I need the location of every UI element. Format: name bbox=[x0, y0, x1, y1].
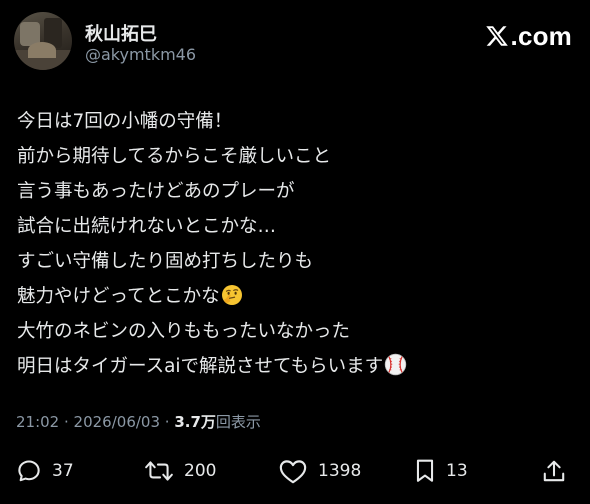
meta-separator: · bbox=[160, 413, 175, 431]
tweet-header: 秋山拓巳 @akymtkm46 .com bbox=[14, 12, 576, 72]
tweet-line-with-emoji: 魅力やけどってとこかな bbox=[17, 279, 577, 314]
avatar[interactable] bbox=[14, 12, 72, 70]
bookmark-icon bbox=[416, 459, 434, 482]
like-button[interactable]: 1398 bbox=[278, 453, 361, 489]
reply-icon bbox=[18, 460, 40, 482]
tweet-text: 今日は7回の小幡の守備！ 前から期待してるからこそ厳しいこと 言う事もあったけど… bbox=[17, 104, 577, 384]
user-handle[interactable]: @akymtkm46 bbox=[85, 45, 196, 64]
reply-count: 37 bbox=[52, 461, 74, 481]
tweet-line-with-emoji: 明日はタイガースaiで解説させてもらいます bbox=[17, 349, 577, 384]
share-icon bbox=[543, 460, 565, 482]
tweet-line: 試合に出続けれないとこかな… bbox=[17, 216, 277, 237]
views-count: 3.7万 bbox=[174, 413, 216, 431]
tweet-line: すごい守備したり固め打ちしたりも bbox=[17, 251, 314, 272]
share-button[interactable] bbox=[541, 453, 567, 489]
repost-icon bbox=[145, 461, 173, 481]
tweet-line-text: 明日はタイガースaiで解説させてもらいます bbox=[17, 356, 384, 377]
bookmark-count: 13 bbox=[446, 461, 468, 481]
thinking-face-icon bbox=[221, 283, 243, 318]
reply-button[interactable]: 37 bbox=[16, 453, 74, 489]
tweet-meta: 21:02 · 2026/06/03 · 3.7万回表示 bbox=[16, 411, 261, 432]
tweet-line: 大竹のネビンの入りももったいなかった bbox=[17, 321, 351, 342]
like-count: 1398 bbox=[318, 461, 362, 481]
tweet-date[interactable]: 2026/06/03 bbox=[74, 413, 160, 431]
repost-button[interactable]: 200 bbox=[144, 453, 216, 489]
user-display-name[interactable]: 秋山拓巳 bbox=[85, 20, 157, 46]
tweet-line: 言う事もあったけどあのプレーが bbox=[17, 181, 295, 202]
tweet-line: 前から期待してるからこそ厳しいこと bbox=[17, 146, 331, 167]
tweet-time[interactable]: 21:02 bbox=[16, 413, 59, 431]
x-com-logo: .com bbox=[485, 20, 572, 51]
x-com-text: .com bbox=[510, 20, 572, 51]
tweet-line-text: 魅力やけどってとこかな bbox=[17, 286, 220, 307]
meta-separator: · bbox=[59, 413, 74, 431]
bookmark-button[interactable]: 13 bbox=[414, 453, 468, 489]
action-bar: 37 200 1398 13 bbox=[0, 453, 590, 489]
tweet-line: 今日は7回の小幡の守備！ bbox=[17, 111, 233, 132]
baseball-icon bbox=[384, 353, 407, 388]
views-label: 回表示 bbox=[215, 413, 261, 431]
heart-icon bbox=[279, 459, 307, 483]
x-logo-icon bbox=[485, 26, 508, 46]
repost-count: 200 bbox=[184, 461, 217, 481]
